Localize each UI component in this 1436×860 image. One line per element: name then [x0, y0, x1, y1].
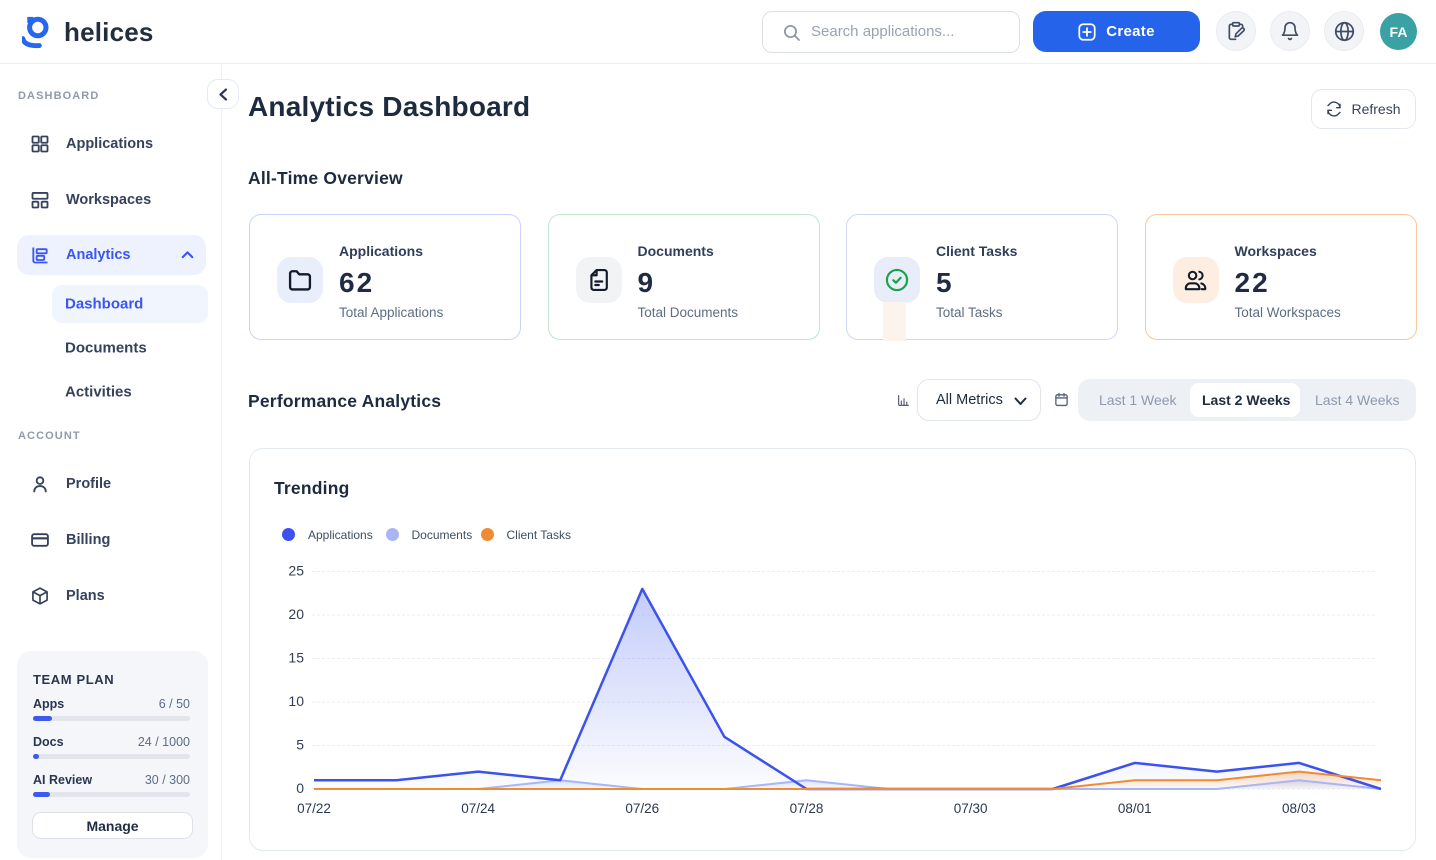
svg-text:08/01: 08/01	[1118, 801, 1152, 816]
svg-text:15: 15	[288, 650, 304, 666]
svg-text:07/22: 07/22	[297, 801, 331, 816]
svg-text:10: 10	[288, 693, 304, 709]
svg-text:25: 25	[288, 563, 304, 579]
svg-text:07/24: 07/24	[461, 801, 495, 816]
svg-text:5: 5	[296, 737, 304, 753]
svg-text:20: 20	[288, 606, 304, 622]
svg-text:0: 0	[296, 780, 304, 796]
svg-text:07/28: 07/28	[790, 801, 824, 816]
svg-text:08/03: 08/03	[1282, 801, 1316, 816]
svg-text:07/30: 07/30	[954, 801, 988, 816]
svg-text:07/26: 07/26	[625, 801, 659, 816]
